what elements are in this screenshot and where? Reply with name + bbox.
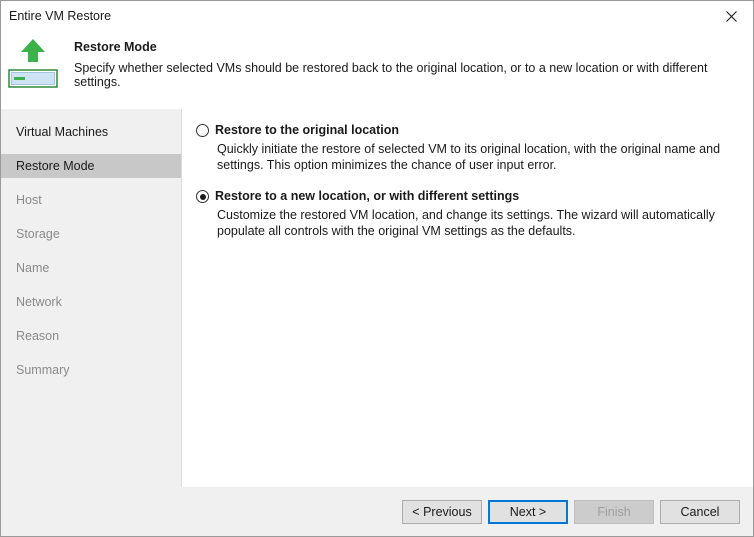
page-description: Specify whether selected VMs should be r… — [74, 61, 708, 89]
previous-button[interactable]: < Previous — [402, 500, 482, 524]
finish-button: Finish — [574, 500, 654, 524]
wizard-steps-sidebar: Virtual Machines Restore Mode Host Stora… — [1, 109, 182, 487]
restore-vm-icon — [8, 39, 58, 88]
close-button[interactable] — [709, 1, 753, 31]
radio-original-location[interactable] — [196, 124, 209, 137]
wizard-footer: < Previous Next > Finish Cancel — [1, 487, 753, 536]
sidebar-item-virtual-machines[interactable]: Virtual Machines — [1, 120, 181, 144]
wizard-body: Virtual Machines Restore Mode Host Stora… — [1, 109, 753, 487]
sidebar-item-host: Host — [16, 193, 42, 207]
option-new-location-description: Customize the restored VM location, and … — [217, 208, 715, 238]
sidebar-item-reason: Reason — [16, 329, 60, 343]
title-bar: Entire VM Restore — [1, 1, 753, 31]
wizard-header: Restore Mode Specify whether selected VM… — [1, 31, 753, 109]
window-title: Entire VM Restore — [9, 9, 112, 23]
sidebar-item-name: Name — [16, 261, 50, 275]
page-title: Restore Mode — [74, 40, 157, 54]
next-button[interactable]: Next > — [488, 500, 568, 524]
cancel-button[interactable]: Cancel — [660, 500, 740, 524]
sidebar-item-network: Network — [16, 295, 62, 309]
sidebar-item-summary: Summary — [16, 363, 70, 377]
restore-wizard-window: Entire VM Restore Restore Mode Specify w… — [0, 0, 754, 537]
option-original-location-description: Quickly initiate the restore of selected… — [217, 142, 721, 172]
radio-new-location[interactable] — [196, 190, 209, 203]
option-new-location-label[interactable]: Restore to a new location, or with diffe… — [215, 189, 519, 203]
sidebar-item-storage: Storage — [16, 227, 60, 241]
close-icon — [725, 10, 737, 22]
sidebar-item-restore-mode[interactable]: Restore Mode — [1, 154, 181, 178]
option-original-location-label[interactable]: Restore to the original location — [215, 123, 399, 137]
restore-mode-panel: Restore to the original location Quickly… — [182, 109, 753, 487]
